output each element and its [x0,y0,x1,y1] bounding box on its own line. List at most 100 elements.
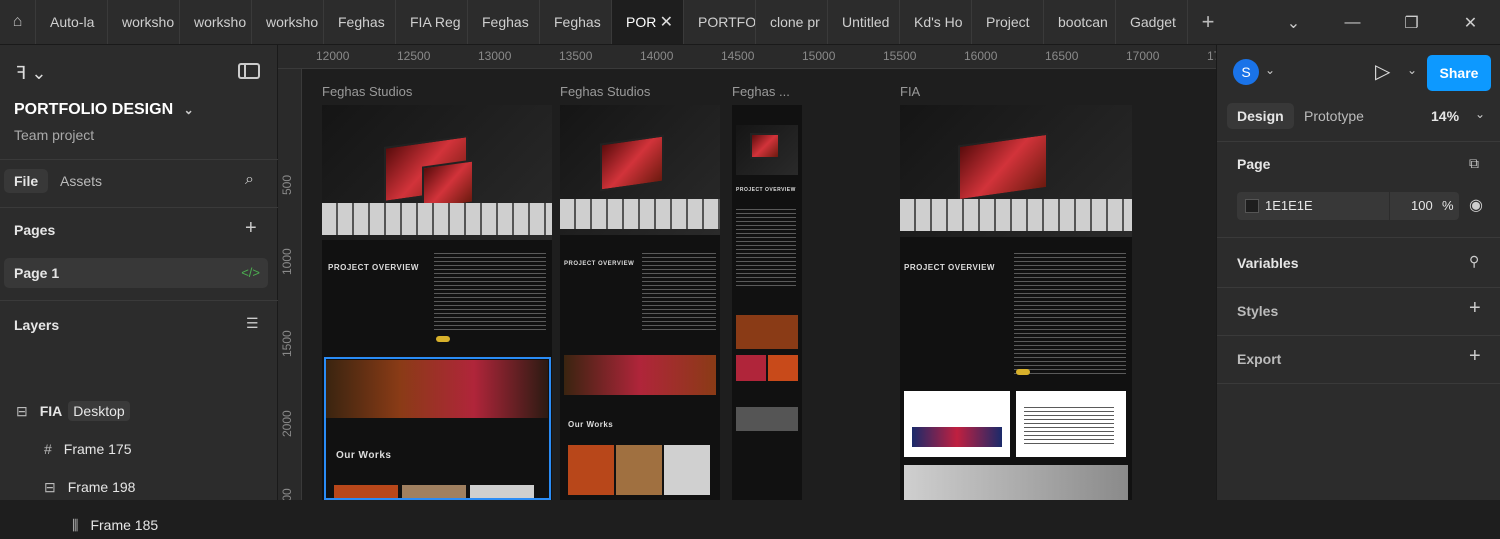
tab-5[interactable]: FIA Reg [396,0,468,44]
divider [1217,237,1500,238]
frame-feghas-mobile[interactable]: PROJECT OVERVIEW [732,105,802,500]
frame-label[interactable]: Feghas Studios [560,84,650,99]
avatar[interactable]: S [1233,59,1259,85]
tab-1[interactable]: worksho [108,0,180,44]
ruler-tick-label: 12000 [316,49,350,63]
tab-4[interactable]: Feghas [324,0,396,44]
frame-hash-icon: # [44,441,52,457]
frame-label[interactable]: Feghas ... [732,84,790,99]
ruler-tick-label: 16500 [1045,49,1079,63]
tab-assets[interactable]: Assets [60,173,102,189]
chevron-down-icon[interactable]: ⌄ [1475,107,1485,121]
section-heading: PROJECT OVERVIEW [904,263,995,272]
laptop-screen [600,134,664,192]
tab-7[interactable]: Feghas [540,0,612,44]
home-icon[interactable]: ⌂ [0,0,36,44]
page-color-value[interactable]: 1E1E1E [1265,198,1313,213]
right-sidebar: S ⌄ ▷ ⌄ Share Design Prototype 14% ⌄ Pag… [1216,45,1500,500]
chevron-down-icon[interactable]: ⌄ [1265,63,1275,77]
screenshot-panel [1016,391,1126,457]
add-style-plus-icon[interactable]: + [1469,297,1481,320]
tab-label: Project [986,14,1030,30]
page-item-page-1[interactable]: Page 1 </> [4,258,268,288]
chevron-down-icon[interactable]: ⌄ [184,103,194,117]
page-color-field[interactable]: 1E1E1E 100 % [1237,192,1459,220]
page-item-label: Page 1 [14,265,60,281]
works-heading: Our Works [568,420,614,429]
add-export-plus-icon[interactable]: + [1469,345,1481,368]
layer-row[interactable]: ⊟ FIA Desktop [0,397,278,425]
frame-feghas-studios-2[interactable]: PROJECT OVERVIEW Our Works [560,105,720,500]
divider [1217,335,1500,336]
layer-row[interactable]: ⊟ Frame 198 [0,473,278,501]
project-name[interactable]: PORTFOLIO DESIGN ⌄ [14,101,194,119]
section-heading: PROJECT OVERVIEW [328,263,419,272]
hero-image [322,105,552,240]
search-icon[interactable]: ⌕ [245,171,254,189]
frame-label[interactable]: FIA [900,84,920,99]
collapse-layers-icon[interactable]: ☰ [246,315,259,332]
yellow-button[interactable] [436,336,450,342]
minimize-icon[interactable]: — [1323,0,1382,45]
grid-pattern [900,199,1132,231]
play-icon[interactable]: ▷ [1375,59,1390,84]
tab-label: Untitled [842,14,890,30]
new-tab-plus-icon[interactable]: + [1188,0,1228,44]
canvas[interactable]: 12000 12500 13000 13500 14000 14500 15000 15500… [278,45,1216,500]
add-page-plus-icon[interactable]: + [245,217,257,240]
page-opacity-value[interactable]: 100 [1411,198,1433,213]
auto-layout-vertical-icon: ⫼ [72,516,79,533]
ruler-vertical: 500 1000 1500 2000 2500 [278,69,302,500]
variables-heading[interactable]: Variables [1237,255,1299,271]
styles-heading[interactable]: Styles [1237,303,1278,319]
tab-14[interactable]: bootcan [1044,0,1116,44]
chevron-down-icon[interactable]: ⌄ [1407,63,1417,77]
color-swatch[interactable] [1245,199,1259,213]
tab-label: FIA Reg [410,14,461,30]
tab-2[interactable]: worksho [180,0,252,44]
tab-11[interactable]: Untitled [828,0,900,44]
tab-prototype[interactable]: Prototype [1304,108,1364,124]
frame-label[interactable]: Feghas Studios [322,84,412,99]
tab-design[interactable]: Design [1227,103,1294,129]
variables-icon[interactable]: ⚲ [1469,253,1479,270]
page-settings-icon[interactable]: ⧉ [1469,155,1479,172]
tab-label: bootcan [1058,14,1108,30]
layer-name: Frame 185 [90,517,159,533]
tab-10[interactable]: clone pr [756,0,828,44]
close-window-icon[interactable]: ✕ [1441,0,1500,45]
layer-row[interactable]: # Frame 175 [0,435,278,463]
tab-9[interactable]: PORTFO [684,0,756,44]
sidebar-toggle-icon[interactable] [238,63,260,79]
section-heading: PROJECT OVERVIEW [564,261,635,267]
tab-file[interactable]: File [4,169,49,193]
close-tab-icon[interactable]: ✕ [660,12,673,32]
tab-3[interactable]: worksho [252,0,324,44]
zoom-level[interactable]: 14% [1431,108,1459,124]
figma-menu-icon[interactable]: ꟻ ⌄ [16,63,46,84]
screenshot-panel [904,391,1010,457]
tab-12[interactable]: Kd's Ho [900,0,972,44]
selection-box[interactable] [324,357,551,500]
hero-image [560,105,720,235]
tab-label: Feghas [482,14,529,30]
eye-icon[interactable]: ◉ [1469,195,1483,215]
chevron-down-icon[interactable]: ⌄ [1264,0,1323,45]
yellow-button[interactable] [1016,369,1030,375]
tab-label: Gadget [1130,14,1176,30]
export-heading[interactable]: Export [1237,351,1281,367]
layer-row[interactable]: ⫼ Frame 185 [0,511,278,539]
tab-8[interactable]: POR ✕ [612,0,684,44]
opacity-unit: % [1442,198,1454,213]
divider [0,207,278,208]
ruler-tick-label: 175 [1207,49,1216,63]
tab-label: PORTFO [698,14,756,30]
share-button[interactable]: Share [1427,55,1491,91]
tab-label: Auto-la [50,14,95,30]
frame-fia[interactable]: PROJECT OVERVIEW [900,105,1132,500]
tab-13[interactable]: Project [972,0,1044,44]
tab-6[interactable]: Feghas [468,0,540,44]
tab-0[interactable]: Auto-la [36,0,108,44]
restore-icon[interactable]: ❐ [1382,0,1441,45]
tab-15[interactable]: Gadget [1116,0,1188,44]
